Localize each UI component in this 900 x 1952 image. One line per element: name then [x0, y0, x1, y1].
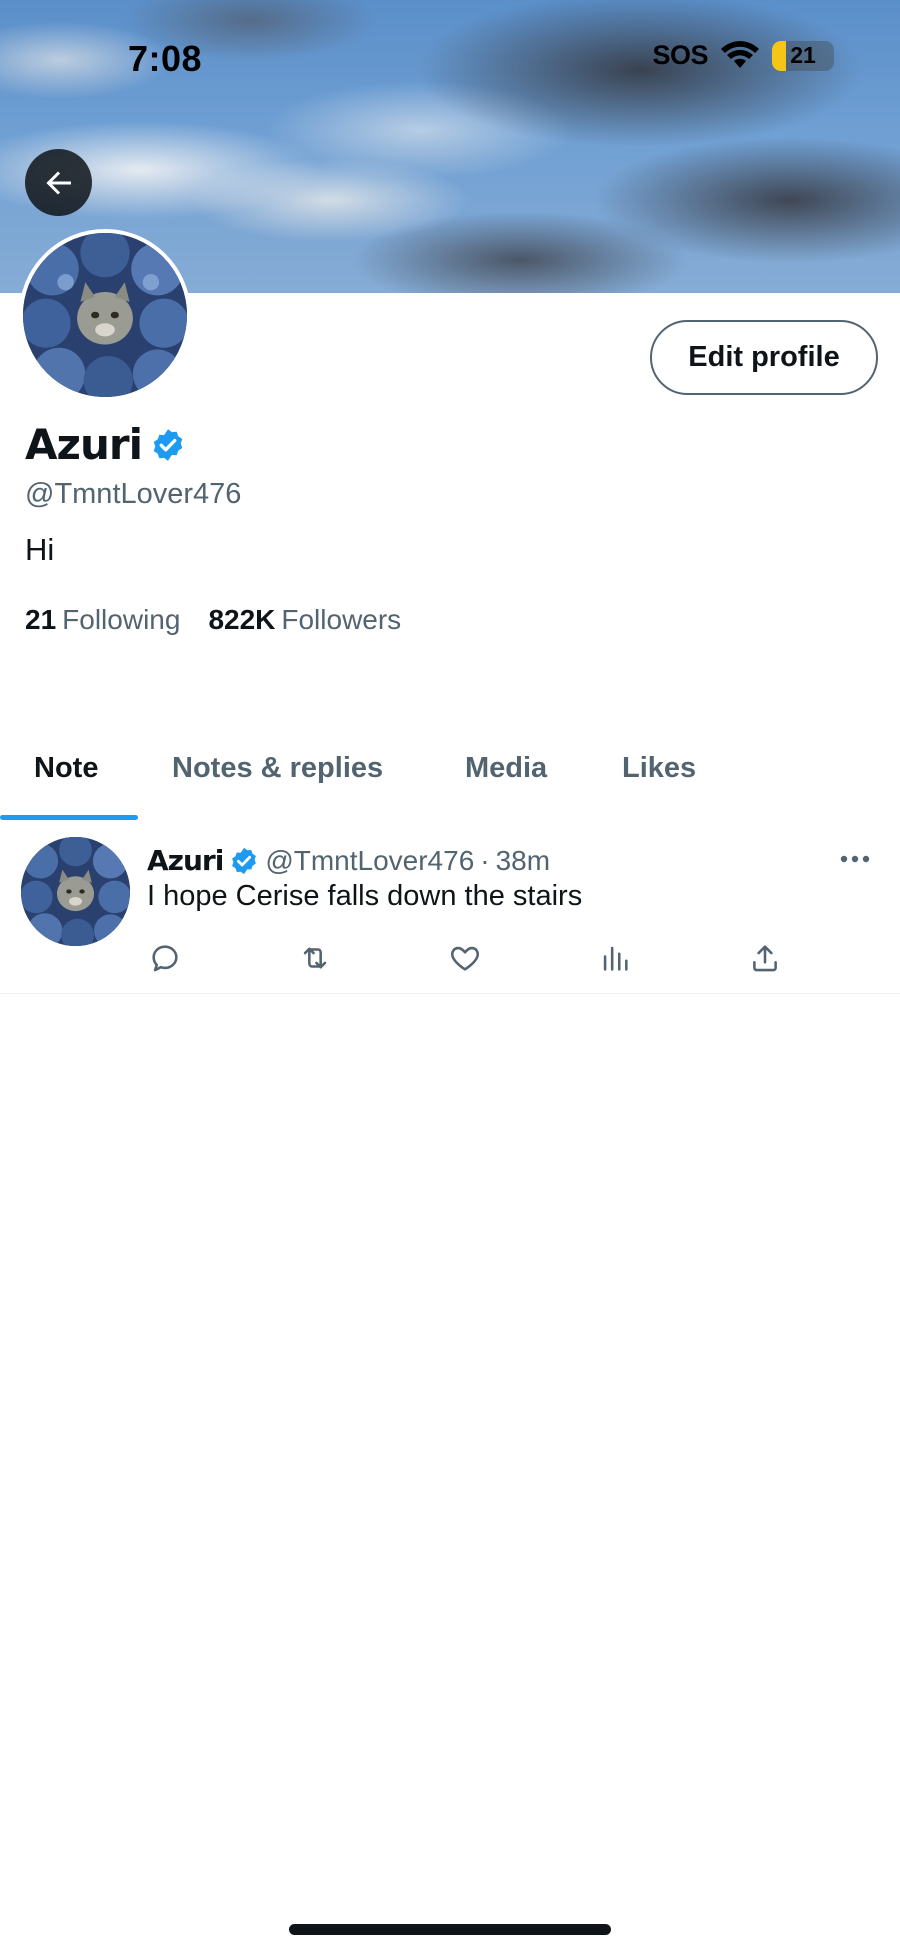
active-tab-indicator — [0, 815, 138, 820]
like-button[interactable] — [448, 941, 482, 975]
reply-icon — [152, 945, 178, 972]
post-divider — [0, 993, 900, 994]
tab-note[interactable]: Note — [34, 752, 98, 785]
share-button[interactable] — [748, 941, 782, 975]
post-avatar-image — [21, 837, 130, 946]
post-author-name[interactable]: Azuri — [147, 844, 224, 877]
profile-handle: @TmntLover476 — [25, 478, 242, 510]
profile-stats: 21 Following 822K Followers — [25, 604, 401, 636]
tab-likes[interactable]: Likes — [622, 752, 696, 785]
following-label: Following — [62, 604, 181, 635]
status-time: 7:08 — [128, 38, 203, 79]
sos-indicator: SOS — [652, 40, 708, 70]
following-link[interactable]: 21 Following — [25, 604, 180, 636]
display-name-row: Azuri — [25, 420, 186, 469]
post-actions — [148, 941, 798, 981]
repost-icon — [303, 947, 327, 969]
edit-profile-button[interactable]: Edit profile — [650, 320, 878, 395]
display-name: Azuri — [25, 420, 143, 469]
post-avatar[interactable] — [21, 837, 130, 946]
battery-icon: 21 — [772, 40, 834, 71]
post-author-handle[interactable]: @TmntLover476 — [265, 845, 474, 877]
reply-button[interactable] — [148, 941, 182, 975]
repost-button[interactable] — [298, 941, 332, 975]
verified-badge-icon — [232, 847, 257, 874]
following-count: 21 — [25, 604, 57, 635]
heart-icon — [451, 946, 479, 971]
status-indicators: SOS 21 — [652, 40, 834, 71]
home-indicator[interactable] — [289, 1924, 611, 1935]
post-timestamp[interactable]: 38m — [496, 845, 550, 877]
followers-count: 822K — [208, 604, 276, 635]
wifi-icon — [721, 40, 759, 68]
profile-bio: Hi — [25, 532, 55, 567]
followers-label: Followers — [281, 604, 402, 635]
battery-level: 21 — [790, 42, 816, 68]
profile-avatar[interactable] — [19, 229, 191, 401]
followers-link[interactable]: 822K Followers — [208, 604, 401, 636]
post-text: I hope Cerise falls down the stairs — [147, 880, 583, 912]
tab-media[interactable]: Media — [465, 752, 547, 785]
back-button[interactable] — [25, 149, 92, 216]
post-header: Azuri @TmntLover476 · 38m — [147, 844, 550, 877]
avatar-image — [23, 233, 187, 397]
share-icon — [753, 945, 777, 972]
profile-tabs: Note Notes & replies Media Likes — [0, 740, 900, 820]
more-horizontal-icon[interactable] — [840, 854, 870, 864]
views-chart-icon — [603, 946, 628, 971]
arrow-left-icon — [45, 170, 71, 195]
post-separator: · — [480, 844, 490, 876]
verified-badge-icon — [153, 428, 183, 461]
tab-notes-replies[interactable]: Notes & replies — [172, 752, 383, 785]
views-button[interactable] — [598, 941, 632, 975]
